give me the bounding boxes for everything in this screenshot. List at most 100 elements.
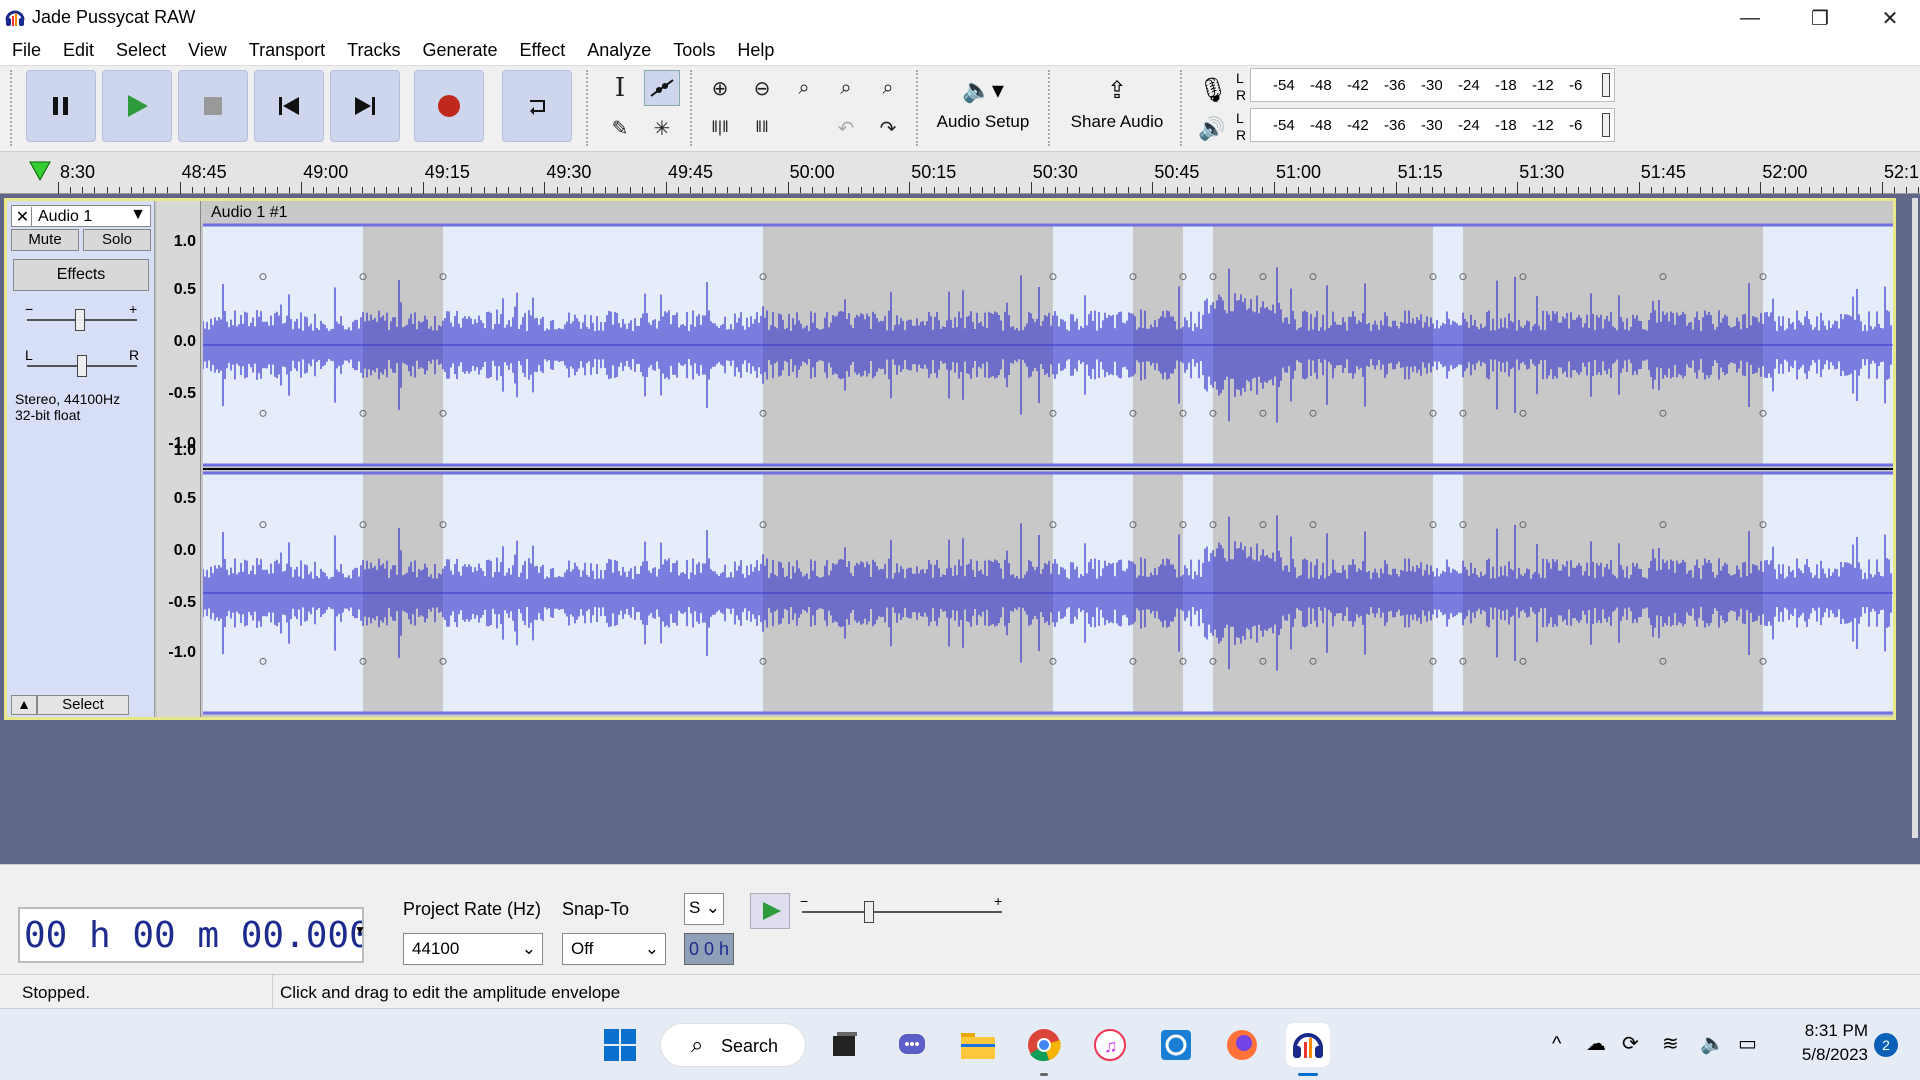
app-icon[interactable] <box>1154 1023 1198 1067</box>
toolbar-grip[interactable] <box>10 70 16 146</box>
toolbar-grip[interactable] <box>1180 70 1186 146</box>
audio-setup-button[interactable]: 🔈▾ Audio Setup <box>928 70 1038 146</box>
menu-help[interactable]: Help <box>725 36 784 65</box>
ruler-tick-mark <box>1833 187 1835 193</box>
undo-button[interactable]: ↶ <box>828 110 864 146</box>
playback-speaker-icon[interactable]: 🔊 <box>1198 116 1225 142</box>
trim-button[interactable]: ‖|‖ <box>702 110 738 146</box>
waveform-display[interactable] <box>203 223 1893 717</box>
solo-button[interactable]: Solo <box>83 229 151 251</box>
project-rate-select[interactable]: 44100 ⌄ <box>403 933 543 965</box>
snap-to-select[interactable]: Off ⌄ <box>562 933 666 965</box>
draw-tool[interactable]: ✎ <box>602 110 638 146</box>
clip-title-bar[interactable]: Audio 1 #1 <box>203 201 1893 223</box>
record-meter[interactable]: -54 -48 -42 -36 -30 -24 -18 -12 -6 <box>1250 68 1615 102</box>
menu-transport[interactable]: Transport <box>237 36 335 65</box>
chat-icon[interactable] <box>890 1023 934 1067</box>
selection-start-text: 0 0 h <box>689 939 730 959</box>
close-button[interactable]: ✕ <box>1855 0 1920 36</box>
ruler-tick-mark <box>1638 182 1640 194</box>
chevron-up-icon[interactable]: ^ <box>1552 1033 1561 1056</box>
restore-button[interactable]: ❐ <box>1785 0 1855 36</box>
menu-edit[interactable]: Edit <box>51 36 104 65</box>
volume-icon[interactable]: 🔈 <box>1700 1031 1725 1056</box>
file-explorer-icon[interactable] <box>956 1023 1000 1067</box>
playback-meter[interactable]: -54 -48 -42 -36 -30 -24 -18 -12 -6 <box>1250 108 1615 142</box>
timeline-ruler[interactable]: 8:30 48:45 49:00 49:15 49:30 49:45 50:00 50:15 5… <box>0 152 1920 194</box>
loop-button[interactable] <box>502 70 572 142</box>
envelope-tool[interactable] <box>644 70 680 106</box>
task-view-icon[interactable] <box>822 1023 866 1067</box>
menu-select[interactable]: Select <box>104 36 176 65</box>
chrome-icon[interactable] <box>1022 1023 1066 1067</box>
mute-button[interactable]: Mute <box>11 229 79 251</box>
microphone-icon[interactable]: 🎙 <box>1198 76 1228 105</box>
onedrive-icon[interactable]: ☁ <box>1586 1031 1606 1056</box>
zoom-in-button[interactable]: ⊕ <box>702 70 738 106</box>
zoom-toggle-button[interactable]: ⌕ <box>870 70 906 106</box>
track-header[interactable]: ✕ Audio 1 ▼ <box>11 205 151 227</box>
track-area[interactable]: ✕ Audio 1 ▼ Mute Solo Effects − + L R St… <box>0 194 1920 876</box>
gain-slider-handle[interactable] <box>75 309 85 331</box>
meter-slider-handle[interactable] <box>1602 73 1610 97</box>
menu-view[interactable]: View <box>176 36 237 65</box>
track-menu-icon[interactable]: ▼ <box>130 206 146 224</box>
firefox-icon[interactable] <box>1220 1023 1264 1067</box>
skip-to-end-button[interactable] <box>330 70 400 142</box>
multi-tool[interactable]: ✳ <box>644 110 680 146</box>
fit-project-button[interactable]: ⌕ <box>828 70 864 106</box>
windows-start-icon[interactable] <box>598 1023 642 1067</box>
toolbar-grip[interactable] <box>1048 70 1054 146</box>
play-head-icon[interactable] <box>28 160 52 182</box>
toolbar-grip[interactable] <box>916 70 922 146</box>
pause-button[interactable] <box>26 70 96 142</box>
zoom-out-button[interactable]: ⊖ <box>744 70 780 106</box>
play-at-speed-button[interactable] <box>750 893 790 929</box>
minimize-button[interactable]: — <box>1715 0 1785 36</box>
select-track-button[interactable]: Select <box>37 695 129 715</box>
play-button[interactable] <box>102 70 172 142</box>
toolbar-grip[interactable] <box>586 70 592 146</box>
taskbar-search[interactable]: ⌕ Search <box>660 1023 806 1067</box>
status-hint: Click and drag to edit the amplitude env… <box>280 983 621 1002</box>
small-format-select[interactable]: S ⌄ <box>684 893 724 925</box>
selection-tool[interactable]: I <box>602 70 638 106</box>
vertical-scrollbar[interactable] <box>1912 198 1918 838</box>
notification-badge[interactable]: 2 <box>1874 1033 1898 1057</box>
audacity-taskbar-icon[interactable] <box>1286 1023 1330 1067</box>
share-audio-button[interactable]: ⇪ Share Audio <box>1062 70 1172 146</box>
menu-tracks[interactable]: Tracks <box>335 36 410 65</box>
wifi-icon[interactable]: ≋ <box>1662 1031 1679 1056</box>
record-button[interactable] <box>414 70 484 142</box>
stop-button[interactable] <box>178 70 248 142</box>
pan-slider-handle[interactable] <box>77 355 87 377</box>
selection-start-time[interactable]: 0 0 h <box>684 933 734 965</box>
silence-button[interactable]: ‖‖ <box>744 110 780 146</box>
menu-tools[interactable]: Tools <box>661 36 725 65</box>
redo-button[interactable]: ↷ <box>870 110 906 146</box>
menu-file[interactable]: File <box>0 36 51 65</box>
ruler-tick-mark <box>848 187 850 193</box>
itunes-icon[interactable]: ♫ <box>1088 1023 1132 1067</box>
fit-selection-button[interactable]: ⌕ <box>786 70 822 106</box>
battery-icon[interactable]: ▭ <box>1738 1031 1757 1056</box>
menu-effect[interactable]: Effect <box>508 36 576 65</box>
vertical-ruler[interactable]: 1.0 0.5 0.0 -0.5 -1.0 1.0 0.5 0.0 -0.5 -1.0 <box>157 201 201 717</box>
sync-icon[interactable]: ⟳ <box>1622 1031 1639 1056</box>
audio-track[interactable]: ✕ Audio 1 ▼ Mute Solo Effects − + L R St… <box>4 198 1896 720</box>
time-display[interactable]: 00 h 00 m 00.000 s <box>18 907 364 963</box>
clock-date[interactable]: 5/8/2023 <box>1788 1045 1868 1065</box>
clip-name: Audio 1 #1 <box>211 204 288 221</box>
collapse-track-icon[interactable]: ▲ <box>11 695 37 715</box>
time-format-dropdown-icon[interactable]: ▼ <box>354 923 366 937</box>
close-track-icon[interactable]: ✕ <box>14 207 32 227</box>
skip-to-start-button[interactable] <box>254 70 324 142</box>
meter-slider-handle[interactable] <box>1602 113 1610 137</box>
ruler-tick-mark <box>1626 187 1628 193</box>
menu-generate[interactable]: Generate <box>410 36 507 65</box>
speed-slider-handle[interactable] <box>864 901 874 923</box>
menu-analyze[interactable]: Analyze <box>575 36 661 65</box>
effects-button[interactable]: Effects <box>13 259 149 291</box>
clock-time[interactable]: 8:31 PM <box>1798 1021 1868 1041</box>
toolbar-grip[interactable] <box>690 70 696 146</box>
